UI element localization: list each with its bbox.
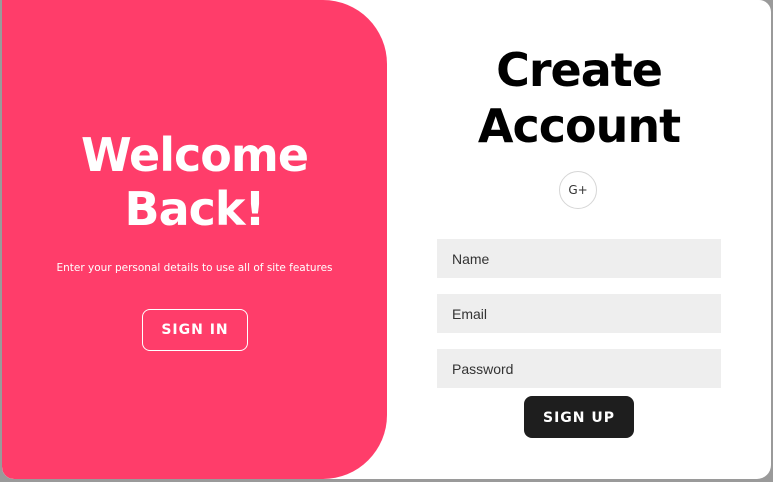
auth-card: Welcome Back! Enter your personal detail… — [2, 0, 771, 479]
welcome-title: Welcome Back! — [2, 128, 387, 236]
welcome-title-line1: Welcome — [80, 128, 309, 182]
welcome-panel: Welcome Back! Enter your personal detail… — [2, 0, 387, 479]
create-account-title: Create Account — [387, 42, 771, 154]
welcome-subtitle: Enter your personal details to use all o… — [56, 262, 333, 274]
email-input[interactable] — [437, 294, 721, 333]
create-title-line2: Account — [477, 99, 681, 153]
create-title-line1: Create — [496, 43, 663, 97]
welcome-title-line2: Back! — [124, 182, 266, 236]
password-input[interactable] — [437, 349, 721, 388]
google-plus-button[interactable]: G+ — [559, 171, 597, 209]
name-input[interactable] — [437, 239, 721, 278]
sign-in-button[interactable]: SIGN IN — [142, 309, 248, 351]
sign-up-button[interactable]: SIGN UP — [524, 396, 634, 438]
